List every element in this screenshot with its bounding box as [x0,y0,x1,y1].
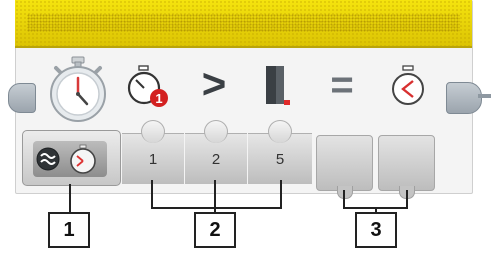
block-header-bar [15,0,472,48]
input-value: 2 [211,151,221,168]
sequence-input-connector[interactable] [8,83,36,113]
callout-2-bracket [151,207,282,209]
svg-text:1: 1 [155,91,162,106]
callout-2: 2 [194,212,236,248]
timer-output-icon [392,65,424,105]
callout-3-line-right [406,190,408,208]
callout-3-line-left [343,190,345,208]
duration-icon [266,66,290,105]
input-plug [204,120,228,143]
stopwatch-icon [50,56,106,122]
callout-1-line [69,184,71,213]
output-compare-result[interactable] [316,135,373,199]
input-plug [141,120,165,143]
input-plug [268,120,292,143]
callout-2-line-left [151,180,153,208]
output-plug [337,186,353,199]
input-threshold[interactable]: 5 [248,120,312,184]
input-compare-type[interactable]: 2 [185,120,247,184]
wait-timer-compare-icon [36,144,96,174]
input-timer-id[interactable]: 1 [122,120,184,184]
timer-number-icon: 1 [127,65,168,107]
sequence-output-connector[interactable] [446,82,482,114]
equals-symbol: = [330,63,354,107]
input-value: 1 [148,151,158,168]
sequence-wire [478,94,491,98]
callout-3: 3 [355,212,397,248]
input-value: 5 [275,151,285,168]
output-measured-time[interactable] [378,135,435,199]
callout-1: 1 [48,212,90,248]
callout-2-line-right [280,180,282,208]
compare-operator: > [201,60,227,107]
